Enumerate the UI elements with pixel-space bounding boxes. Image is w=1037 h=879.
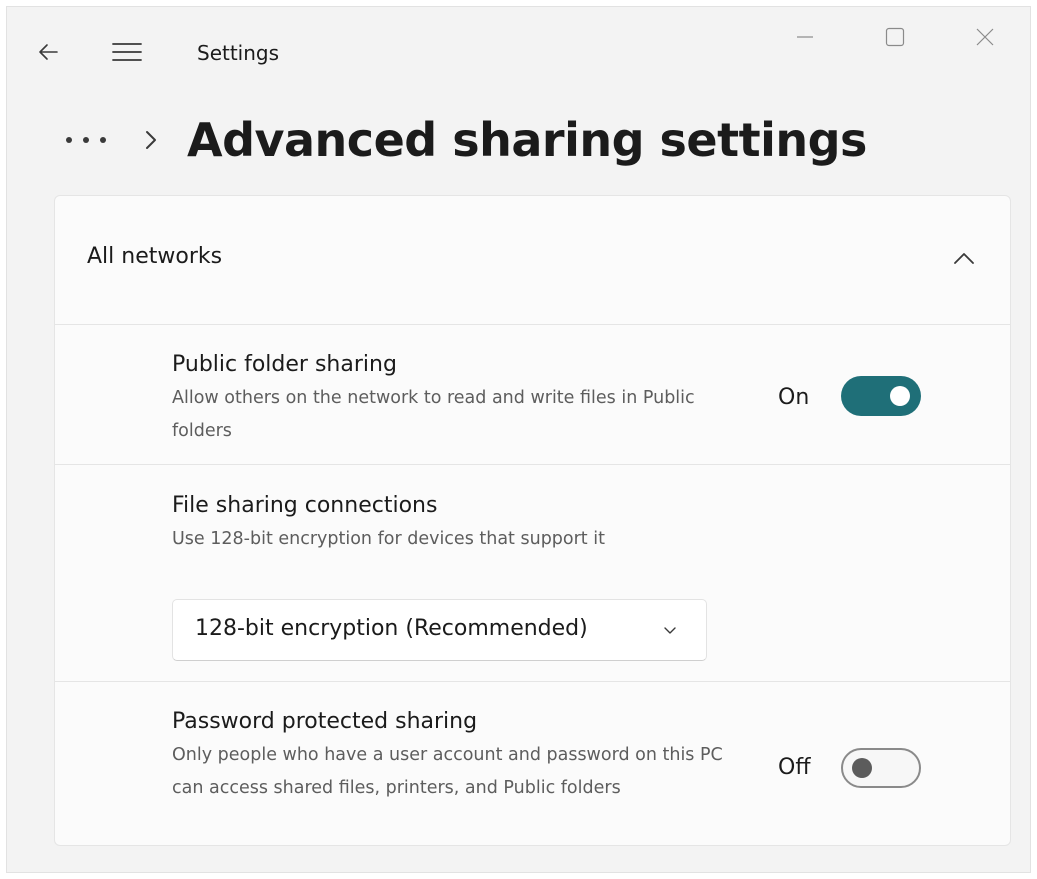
toggle-knob: [890, 386, 910, 406]
app-title: Settings: [197, 41, 280, 65]
minimize-icon: [797, 36, 813, 38]
public-folder-sharing-toggle[interactable]: [841, 376, 921, 416]
hamburger-menu-icon: [112, 43, 142, 61]
password-protected-sharing-description: Only people who have a user account and …: [172, 745, 723, 798]
toggle-knob: [852, 758, 872, 778]
all-networks-card: All networks Public folder sharing Allow…: [54, 195, 1011, 846]
breadcrumb-more-button[interactable]: [61, 120, 111, 160]
public-folder-sharing-description: Allow others on the network to read and …: [172, 388, 695, 441]
back-arrow-icon: [39, 44, 58, 60]
password-protected-sharing-title: Password protected sharing: [172, 709, 478, 734]
public-folder-sharing-state: On: [778, 385, 810, 410]
close-icon: [976, 28, 994, 46]
page-title: Advanced sharing settings: [187, 113, 867, 167]
password-protected-sharing-state: Off: [778, 755, 811, 780]
encryption-dropdown[interactable]: 128-bit encryption (Recommended): [172, 599, 707, 661]
more-ellipsis-icon: [66, 137, 106, 143]
chevron-up-icon: [952, 246, 976, 270]
divider: [55, 681, 1010, 682]
file-sharing-connections-title: File sharing connections: [172, 493, 438, 518]
minimize-button[interactable]: [760, 7, 850, 67]
divider: [55, 464, 1010, 465]
divider: [55, 324, 1010, 325]
chevron-down-icon: [662, 622, 678, 638]
section-title: All networks: [87, 244, 223, 269]
public-folder-sharing-title: Public folder sharing: [172, 352, 397, 377]
breadcrumb-chevron-icon: [141, 125, 161, 155]
title-bar: Settings: [7, 7, 1030, 97]
maximize-button[interactable]: [850, 7, 940, 67]
encryption-dropdown-value: 128-bit encryption (Recommended): [195, 616, 588, 641]
back-button[interactable]: [33, 37, 63, 67]
settings-window: Settings Advanced sharing settings All n…: [6, 6, 1031, 873]
file-sharing-connections-description: Use 128-bit encryption for devices that …: [172, 529, 605, 549]
maximize-icon: [885, 27, 905, 47]
navigation-menu-button[interactable]: [111, 37, 143, 67]
window-controls: [760, 7, 1030, 67]
breadcrumb: Advanced sharing settings: [61, 105, 867, 175]
all-networks-expander[interactable]: All networks: [55, 196, 1010, 324]
close-button[interactable]: [940, 7, 1030, 67]
password-protected-sharing-toggle[interactable]: [841, 748, 921, 788]
